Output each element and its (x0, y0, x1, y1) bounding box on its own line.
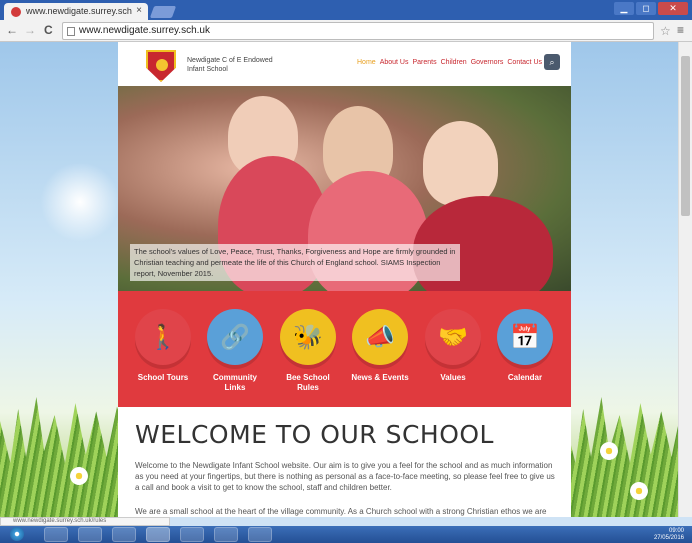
main-nav: Home About Us Parents Children Governors… (357, 59, 542, 66)
tile-label: News & Events (351, 373, 409, 382)
search-icon[interactable]: ⌕ (544, 54, 560, 70)
background-sun (40, 162, 120, 242)
clock-date: 27/05/2016 (653, 535, 684, 541)
child-figure (423, 121, 498, 206)
tab-title: www.newdigate.surrey.sch (26, 6, 132, 16)
tile-label: Community Links (213, 373, 257, 392)
background-grass-left (0, 397, 130, 517)
address-text: www.newdigate.surrey.sch.uk (79, 25, 210, 36)
tile-label: Bee School Rules (286, 373, 330, 392)
new-tab-button[interactable] (149, 6, 177, 18)
status-url: www.newdigate.surrey.sch.uk/rules (0, 517, 170, 526)
clock-time: 09:00 (668, 528, 684, 534)
page-icon (67, 27, 75, 36)
ie-taskbar-icon[interactable] (44, 527, 68, 542)
website-container: Newdigate C of E Endowed Infant School H… (118, 42, 571, 517)
minimize-button[interactable]: ▁ (614, 2, 634, 15)
tile-bee-school-rules[interactable]: 🐝 Bee School Rules (278, 309, 338, 393)
megaphone-icon: 📣 (352, 309, 408, 365)
tile-label: School Tours (137, 373, 189, 382)
tile-calendar[interactable]: 📅 Calendar (495, 309, 555, 383)
start-button-icon[interactable] (10, 527, 24, 541)
vertical-scrollbar[interactable] (678, 42, 692, 517)
tile-community-links[interactable]: 🔗 Community Links (205, 309, 265, 393)
heart-hands-icon: 🤝 (425, 309, 481, 365)
hero-image: The school's values of Love, Peace, Trus… (118, 86, 571, 291)
welcome-paragraph: Welcome to the Newdigate Infant School w… (135, 461, 555, 492)
tile-school-tours[interactable]: 🚶 School Tours (133, 309, 193, 383)
word-taskbar-icon[interactable] (248, 527, 272, 542)
forward-button[interactable]: → (24, 23, 36, 37)
outlook-taskbar-icon[interactable] (180, 527, 204, 542)
background-grass-right (565, 397, 692, 517)
bookmark-star-icon[interactable]: ☆ (660, 24, 671, 38)
chrome-taskbar-icon[interactable] (146, 527, 170, 542)
maximize-button[interactable]: ◻ (636, 2, 656, 15)
calendar-icon: 📅 (497, 309, 553, 365)
browser-menu-icon[interactable]: ≡ (677, 23, 684, 37)
hero-quote: The school's values of Love, Peace, Trus… (130, 244, 460, 281)
back-button[interactable]: ← (6, 23, 18, 37)
page-viewport: Newdigate C of E Endowed Infant School H… (0, 42, 692, 517)
school-name[interactable]: Newdigate C of E Endowed Infant School (187, 56, 277, 74)
browser-toolbar: ← → C www.newdigate.surrey.sch.uk ☆ ≡ (0, 20, 692, 42)
site-header: Newdigate C of E Endowed Infant School H… (118, 42, 571, 86)
browser-tab[interactable]: www.newdigate.surrey.sch × (4, 3, 148, 20)
walking-icon: 🚶 (135, 309, 191, 365)
nav-about-us[interactable]: About Us (380, 59, 409, 66)
nav-parents[interactable]: Parents (412, 59, 436, 66)
nav-home[interactable]: Home (357, 59, 376, 66)
window-controls: ▁ ◻ ✕ (614, 2, 688, 15)
reload-button[interactable]: C (44, 23, 53, 37)
daisy-flower (600, 442, 618, 460)
quicklinks-band: 🚶 School Tours 🔗 Community Links 🐝 Bee S… (118, 291, 571, 407)
nav-governors[interactable]: Governors (471, 59, 504, 66)
tab-close-icon[interactable]: × (136, 5, 142, 16)
tile-values[interactable]: 🤝 Values (423, 309, 483, 383)
browser-titlebar: www.newdigate.surrey.sch × ▁ ◻ ✕ (0, 0, 692, 20)
close-window-button[interactable]: ✕ (658, 2, 688, 15)
daisy-flower (70, 467, 88, 485)
tile-label: Values (440, 373, 466, 382)
school-crest-logo[interactable] (146, 50, 176, 82)
nav-children[interactable]: Children (441, 59, 467, 66)
explorer-taskbar-icon[interactable] (78, 527, 102, 542)
nav-contact-us[interactable]: Contact Us (507, 59, 542, 66)
system-clock[interactable]: 09:00 27/05/2016 (654, 528, 684, 542)
school-favicon-icon (11, 7, 21, 17)
daisy-flower (630, 482, 648, 500)
window-taskbar-icon[interactable] (214, 527, 238, 542)
media-player-taskbar-icon[interactable] (112, 527, 136, 542)
chain-link-icon: 🔗 (207, 309, 263, 365)
address-bar[interactable]: www.newdigate.surrey.sch.uk (62, 22, 654, 40)
scrollbar-thumb[interactable] (681, 56, 690, 216)
windows-taskbar: 09:00 27/05/2016 (0, 526, 692, 543)
welcome-heading: WELCOME TO OUR SCHOOL (135, 420, 494, 449)
tile-news-events[interactable]: 📣 News & Events (350, 309, 410, 383)
bee-icon: 🐝 (280, 309, 336, 365)
tile-label: Calendar (507, 373, 543, 382)
welcome-paragraph-2: We are a small school at the heart of th… (135, 507, 547, 516)
